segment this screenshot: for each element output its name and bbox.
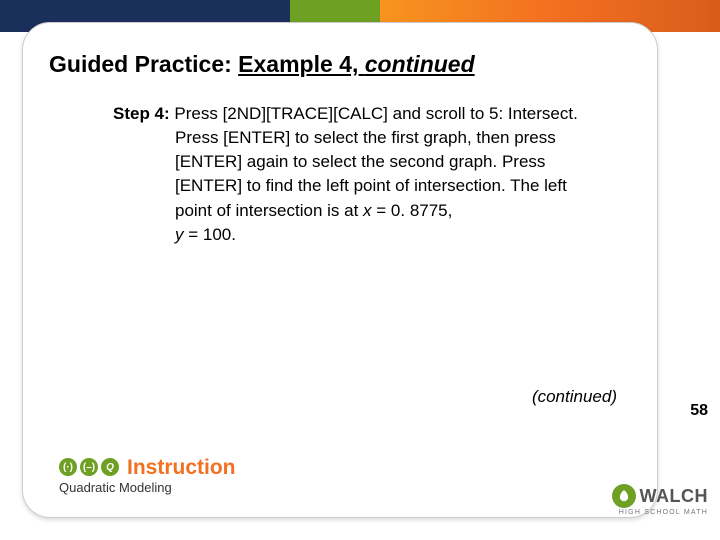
walch-name: WALCH <box>640 486 709 507</box>
badge-1: (·) <box>59 458 77 476</box>
instruction-block: (·) (–) Q Instruction Quadratic Modeling <box>59 457 236 495</box>
walch-leaf-icon <box>612 484 636 508</box>
title-prefix: Guided Practice: <box>49 51 238 77</box>
badge-2: (–) <box>80 458 98 476</box>
variable-x: x <box>363 201 372 220</box>
slide-title: Guided Practice: Example 4, continued <box>49 51 631 78</box>
title-continued: continued <box>365 51 475 77</box>
step-label: Step 4: <box>113 104 170 123</box>
variable-y: y <box>175 225 184 244</box>
instruction-label: Instruction <box>127 457 236 478</box>
lesson-subtitle: Quadratic Modeling <box>59 480 236 495</box>
slide-card: Guided Practice: Example 4, continued St… <box>22 22 658 518</box>
page-number: 58 <box>690 402 708 420</box>
equals-x: = 0. 8775, <box>372 201 453 220</box>
walch-logo: WALCH HIGH SCHOOL MATH <box>612 484 709 516</box>
badge-3: Q <box>101 458 119 476</box>
badge-row: (·) (–) Q <box>59 458 119 476</box>
equals-y: = 100. <box>184 225 236 244</box>
continued-indicator: (continued) <box>532 387 617 407</box>
title-example: Example 4, <box>238 51 365 77</box>
walch-subtitle: HIGH SCHOOL MATH <box>612 509 709 516</box>
body-text: Step 4: Press [2ND][TRACE][CALC] and scr… <box>49 102 631 247</box>
